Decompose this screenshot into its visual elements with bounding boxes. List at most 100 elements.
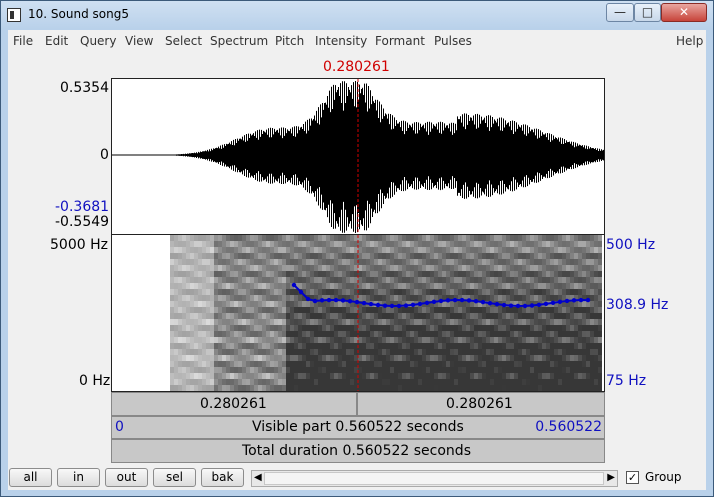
spectrogram-fmax-label: 5000 Hz — [50, 237, 108, 253]
waveform-zero-label: 0 — [100, 147, 109, 163]
pitch-point — [459, 297, 465, 303]
pitch-point — [389, 303, 395, 309]
pitch-point — [515, 303, 521, 309]
waveform-graphic — [112, 79, 604, 234]
selection-right-segment[interactable]: 0.280261 — [357, 392, 605, 416]
waveform-ymin-label: -0.5549 — [55, 214, 110, 230]
pitch-point — [578, 297, 584, 303]
pitch-point — [557, 299, 563, 305]
pitch-point — [291, 282, 297, 288]
selection-left-time: 0.280261 — [200, 396, 267, 412]
pitch-point — [368, 301, 374, 307]
visible-end: 0.560522 — [535, 419, 602, 435]
scrollbar-thumb[interactable] — [264, 472, 604, 485]
pitch-point — [354, 299, 360, 305]
zoom-all-button[interactable]: all — [9, 468, 52, 487]
pitch-point — [536, 302, 542, 307]
waveform-ymax-label: 0.5354 — [60, 80, 109, 96]
pitch-point — [438, 298, 444, 304]
pitch-point — [326, 297, 332, 303]
menu-pulses[interactable]: Pulses — [434, 34, 472, 48]
menu-file[interactable]: File — [13, 34, 33, 48]
maximize-button[interactable]: □ — [634, 3, 661, 22]
pitch-point — [480, 299, 486, 305]
zoom-in-button[interactable]: in — [57, 468, 100, 487]
menu-bar: File Edit Query View Select Spectrum Pit… — [8, 30, 706, 52]
menu-spectrum[interactable]: Spectrum — [210, 34, 268, 48]
pitch-point — [431, 299, 437, 305]
scroll-left-icon[interactable]: ◀ — [254, 472, 262, 483]
pitch-point — [487, 300, 493, 306]
pitch-point — [305, 296, 311, 302]
visible-part-bar[interactable]: 0 Visible part 0.560522 seconds 0.560522 — [111, 416, 605, 439]
pitch-point — [550, 300, 556, 306]
group-checkbox[interactable]: ✓ — [626, 471, 639, 484]
waveform-cursor-value: -0.3681 — [55, 199, 110, 215]
minimize-button[interactable]: — — [606, 3, 634, 22]
title-bar[interactable]: 10. Sound song5 — □ ✕ — [1, 1, 713, 29]
menu-edit[interactable]: Edit — [45, 34, 68, 48]
pitch-point — [466, 298, 472, 303]
total-duration-bar[interactable]: Total duration 0.560522 seconds — [111, 439, 605, 463]
praat-sound-window: 10. Sound song5 — □ ✕ File Edit Query Vi… — [0, 0, 714, 497]
spectrogram-fmin-label: 0 Hz — [79, 373, 111, 389]
zoom-out-button[interactable]: out — [105, 468, 148, 487]
pitch-cursor-label: 308.9 Hz — [606, 297, 669, 313]
pitch-point — [340, 298, 346, 303]
scroll-right-icon[interactable]: ▶ — [607, 472, 615, 483]
selection-right-time: 0.280261 — [446, 396, 513, 412]
menu-select[interactable]: Select — [165, 34, 202, 48]
total-duration-text: Total duration 0.560522 seconds — [242, 443, 471, 459]
menu-query[interactable]: Query — [80, 34, 116, 48]
pitch-point — [403, 303, 409, 308]
pitch-point — [445, 298, 451, 303]
pitch-point — [543, 301, 549, 307]
pitch-point — [382, 303, 388, 308]
pitch-point — [312, 298, 318, 304]
pitch-point — [529, 303, 535, 308]
visible-part-text: Visible part 0.560522 seconds — [252, 419, 464, 435]
pitch-point — [452, 297, 458, 303]
menu-intensity[interactable]: Intensity — [315, 34, 367, 48]
menu-view[interactable]: View — [125, 34, 153, 48]
pitch-point — [361, 300, 367, 306]
pitch-point — [424, 300, 430, 306]
zoom-selection-button[interactable]: sel — [153, 468, 196, 487]
pitch-point — [473, 298, 479, 304]
visible-start: 0 — [115, 419, 124, 435]
pitch-min-label: 75 Hz — [606, 373, 647, 389]
time-scrollbar[interactable]: ◀ ▶ — [251, 470, 618, 487]
pitch-max-label: 500 Hz — [606, 237, 656, 253]
pitch-point — [508, 303, 514, 308]
cursor-time-label: 0.280261 — [323, 59, 390, 75]
pitch-point — [319, 298, 325, 303]
pitch-point — [410, 302, 416, 308]
pitch-point — [375, 302, 381, 308]
bottom-toolbar: all in out sel bak ◀ ▶ ✓ Group — [8, 463, 706, 490]
pitch-point — [571, 298, 577, 303]
spectrogram-shading — [170, 235, 602, 391]
waveform-panel[interactable] — [111, 78, 605, 235]
pitch-point — [417, 301, 423, 307]
pitch-point — [333, 297, 339, 303]
window-title: 10. Sound song5 — [28, 7, 129, 21]
app-icon — [7, 8, 21, 22]
pitch-point — [298, 289, 304, 295]
spectrogram-graphic — [170, 235, 602, 391]
pitch-point — [522, 303, 528, 309]
pitch-point — [396, 303, 402, 309]
menu-formant[interactable]: Formant — [375, 34, 425, 48]
pitch-point — [501, 302, 507, 308]
editor-client-area: File Edit Query View Select Spectrum Pit… — [8, 30, 706, 490]
zoom-back-button[interactable]: bak — [201, 468, 244, 487]
selection-left-segment[interactable]: 0.280261 — [111, 392, 357, 416]
pitch-point — [347, 298, 353, 304]
group-label: Group — [645, 470, 682, 484]
pitch-point — [494, 301, 500, 307]
menu-pitch[interactable]: Pitch — [275, 34, 304, 48]
spectrogram-panel[interactable] — [111, 235, 605, 392]
close-button[interactable]: ✕ — [661, 3, 707, 22]
menu-help[interactable]: Help — [676, 34, 703, 48]
pitch-point — [585, 297, 591, 303]
pitch-point — [564, 298, 570, 304]
